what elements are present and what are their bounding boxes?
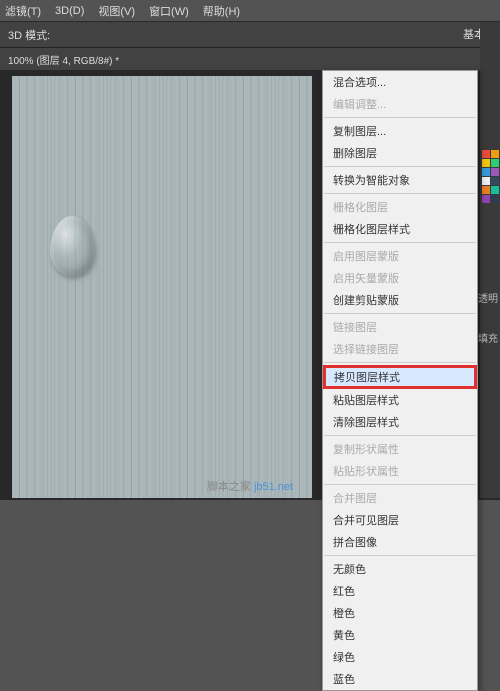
ctx-flatten[interactable]: 拼合图像 xyxy=(323,531,477,553)
ctx-convert-smart-object[interactable]: 转换为智能对象 xyxy=(323,169,477,191)
ctx-edit-adjustment: 编辑调整... xyxy=(323,93,477,115)
swatch[interactable] xyxy=(482,186,490,194)
ctx-color-blue[interactable]: 蓝色 xyxy=(323,668,477,690)
menu-window[interactable]: 窗口(W) xyxy=(149,3,189,19)
swatch[interactable] xyxy=(491,177,499,185)
swatch[interactable] xyxy=(491,195,499,203)
ctx-duplicate-layer[interactable]: 复制图层... xyxy=(323,120,477,142)
separator xyxy=(324,193,476,194)
swatch[interactable] xyxy=(482,168,490,176)
ctx-color-green[interactable]: 绿色 xyxy=(323,646,477,668)
separator xyxy=(324,117,476,118)
swatch[interactable] xyxy=(491,150,499,158)
ctx-clear-layer-style[interactable]: 清除图层样式 xyxy=(323,411,477,433)
separator xyxy=(324,435,476,436)
swatch[interactable] xyxy=(482,150,490,158)
ctx-paste-layer-style[interactable]: 粘贴图层样式 xyxy=(323,389,477,411)
ctx-rasterize-style[interactable]: 栅格化图层样式 xyxy=(323,218,477,240)
ctx-color-yellow[interactable]: 黄色 xyxy=(323,624,477,646)
ctx-enable-layer-mask: 启用图层蒙版 xyxy=(323,245,477,267)
ctx-delete-layer[interactable]: 删除图层 xyxy=(323,142,477,164)
right-panel-strip xyxy=(480,22,500,498)
ctx-select-linked: 选择链接图层 xyxy=(323,338,477,360)
ctx-copy-shape-attr: 复制形状属性 xyxy=(323,438,477,460)
app-menubar: 滤镜(T) 3D(D) 视图(V) 窗口(W) 帮助(H) xyxy=(0,0,500,22)
swatch[interactable] xyxy=(482,195,490,203)
swatch[interactable] xyxy=(482,159,490,167)
separator xyxy=(324,313,476,314)
ctx-color-red[interactable]: 红色 xyxy=(323,580,477,602)
document-tab[interactable]: 100% (图层 4, RGB/8#) * xyxy=(0,48,500,70)
menu-filter[interactable]: 滤镜(T) xyxy=(5,3,41,19)
ctx-create-clip-mask[interactable]: 创建剪贴蒙版 xyxy=(323,289,477,311)
canvas[interactable] xyxy=(12,76,312,498)
menu-help[interactable]: 帮助(H) xyxy=(203,3,240,19)
ctx-link-layers: 链接图层 xyxy=(323,316,477,338)
menu-3d[interactable]: 3D(D) xyxy=(55,5,84,17)
ctx-paste-shape-attr: 粘贴形状属性 xyxy=(323,460,477,482)
ctx-blend-options[interactable]: 混合选项... xyxy=(323,71,477,93)
option-label-3d: 3D 模式: xyxy=(8,27,50,43)
ctx-copy-layer-style[interactable]: 拷贝图层样式 xyxy=(323,365,477,389)
separator xyxy=(324,362,476,363)
menu-view[interactable]: 视图(V) xyxy=(98,3,135,19)
ctx-merge-visible[interactable]: 合并可见图层 xyxy=(323,509,477,531)
water-drop-shape[interactable] xyxy=(50,216,94,276)
document-tab-label: 100% (图层 4, RGB/8#) * xyxy=(8,52,119,67)
swatches-panel xyxy=(482,150,498,203)
ctx-enable-vector-mask: 启用矢量蒙版 xyxy=(323,267,477,289)
ctx-merge-layers: 合并图层 xyxy=(323,487,477,509)
swatch[interactable] xyxy=(491,159,499,167)
ctx-color-orange[interactable]: 橙色 xyxy=(323,602,477,624)
swatch[interactable] xyxy=(491,168,499,176)
watermark-text: 脚本之家 xyxy=(207,481,254,493)
fill-label: 填充 xyxy=(478,330,498,345)
workspace: 混合选项... 编辑调整... 复制图层... 删除图层 转换为智能对象 栅格化… xyxy=(0,70,500,500)
separator xyxy=(324,484,476,485)
swatch[interactable] xyxy=(491,186,499,194)
swatch[interactable] xyxy=(482,177,490,185)
options-bar: 3D 模式: xyxy=(0,22,500,48)
ctx-rasterize-layer: 栅格化图层 xyxy=(323,196,477,218)
separator xyxy=(324,166,476,167)
ctx-color-none[interactable]: 无颜色 xyxy=(323,558,477,580)
separator xyxy=(324,555,476,556)
separator xyxy=(324,242,476,243)
watermark-link[interactable]: jb51.net xyxy=(254,481,293,493)
context-menu: 混合选项... 编辑调整... 复制图层... 删除图层 转换为智能对象 栅格化… xyxy=(322,70,478,691)
